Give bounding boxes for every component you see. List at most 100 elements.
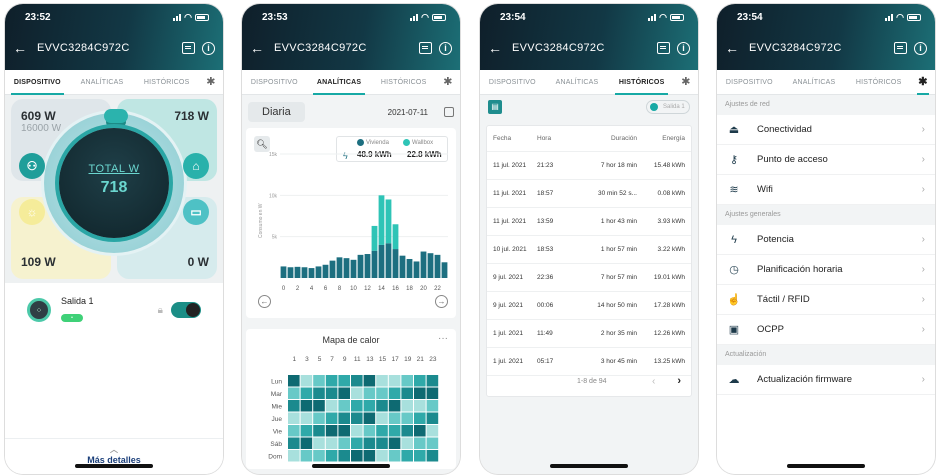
setting-tactil-rfid[interactable]: ☝ Táctil / RFID › — [717, 285, 935, 315]
heatmap-cell — [351, 412, 363, 424]
table-row[interactable]: 1 jul. 2021 11:49 2 hor 35 min 12.26 kWh — [487, 320, 691, 348]
bar-vivienda — [413, 261, 420, 278]
tab-analiticas[interactable]: ANALÍTICAS — [782, 70, 847, 95]
table-cell: 1 hor 43 min — [600, 218, 637, 225]
setting-conectividad[interactable]: ⏏ Conectividad › — [717, 115, 935, 145]
x-tick-label: 12 — [364, 286, 371, 292]
table-row[interactable]: 9 jul. 2021 00:06 14 hor 50 min 17.28 kWh — [487, 292, 691, 320]
heatmap-x-label: 13 — [366, 356, 374, 363]
lock-icon[interactable]: 🔒︎ — [158, 305, 163, 316]
gear-icon[interactable]: ✱ — [911, 70, 935, 95]
prev-page-icon[interactable]: ‹ — [652, 376, 655, 387]
tab-analiticas[interactable]: ANALÍTICAS — [70, 70, 135, 95]
tab-analiticas[interactable]: ANALÍTICAS — [307, 70, 372, 95]
document-icon[interactable] — [419, 42, 432, 54]
bar-vivienda — [364, 254, 371, 278]
setting-label: Wifi — [757, 184, 773, 195]
chevron-right-icon: › — [921, 154, 925, 165]
prev-arrow-icon[interactable]: ← — [258, 295, 271, 308]
x-tick-label: 20 — [420, 286, 427, 292]
tab-historicos[interactable]: HISTÓRICOS — [134, 70, 199, 95]
info-icon[interactable]: i — [914, 41, 927, 55]
info-icon[interactable]: i — [439, 41, 452, 55]
total-core[interactable]: TOTAL W 718 — [59, 128, 169, 238]
bar-wallbox — [392, 224, 399, 250]
back-arrow-icon[interactable]: ← — [725, 40, 739, 56]
tab-dispositivo[interactable]: DISPOSITIVO — [480, 70, 545, 95]
tab-analiticas[interactable]: ANALÍTICAS — [545, 70, 610, 95]
next-arrow-icon[interactable]: → — [435, 295, 448, 308]
heatmap-cell — [313, 400, 325, 412]
heatmap-cell — [388, 400, 401, 412]
tab-historicos[interactable]: HISTÓRICOS — [609, 70, 674, 95]
bar-wallbox — [385, 199, 392, 244]
outlet-filter-chip[interactable]: Salida 1 — [646, 100, 690, 114]
outlet-row[interactable]: ⁘ Salida 1 • 🔒︎ — [19, 290, 209, 330]
bar-vivienda — [385, 243, 392, 278]
setting-potencia[interactable]: ϟ Potencia › — [717, 225, 935, 255]
document-icon[interactable] — [182, 42, 195, 54]
table-row[interactable]: 11 jul. 2021 13:59 1 hor 43 min 3.93 kWh — [487, 208, 691, 236]
col-energia[interactable]: Energía — [643, 135, 685, 142]
gear-icon[interactable]: ✱ — [436, 70, 460, 95]
outlet-toggle[interactable] — [171, 302, 201, 318]
table-cell: 3 hor 45 min — [600, 358, 637, 365]
export-document-icon[interactable]: ▤ — [488, 100, 502, 114]
setting-label: Actualización firmware — [757, 374, 853, 385]
table-cell: 13.25 kWh — [653, 358, 685, 365]
setting-label: Conectividad — [757, 124, 812, 135]
table-row[interactable]: 11 jul. 2021 18:57 30 min 52 s... 0.08 kWh — [487, 180, 691, 208]
bar-vivienda — [287, 267, 294, 278]
date-value[interactable]: 2021-07-11 — [388, 108, 428, 117]
next-page-icon[interactable]: › — [677, 375, 681, 387]
back-arrow-icon[interactable]: ← — [13, 40, 27, 56]
info-icon[interactable]: i — [202, 41, 215, 55]
tab-dispositivo[interactable]: DISPOSITIVO — [5, 70, 70, 95]
col-fecha[interactable]: Fecha — [493, 135, 537, 142]
more-details-button[interactable]: ︿ Más detalles — [5, 438, 223, 474]
calendar-icon[interactable] — [444, 107, 454, 117]
heatmap-cell — [313, 412, 325, 424]
setting-ocpp[interactable]: ▣ OCPP › — [717, 315, 935, 345]
tab-dispositivo[interactable]: DISPOSITIVO — [242, 70, 307, 95]
table-cell: 2 hor 35 min — [600, 330, 637, 337]
setting-planificacion[interactable]: ◷ Planificación horaria › — [717, 255, 935, 285]
tab-historicos[interactable]: HISTÓRICOS — [846, 70, 911, 95]
heatmap-cell — [288, 375, 300, 387]
phone-ajustes: 23:54 ◠ ← EVVC3284C972C i DISPOSITIVO AN… — [717, 4, 935, 474]
col-hora[interactable]: Hora — [537, 135, 567, 142]
heatmap-cell — [338, 450, 350, 462]
heatmap-cell — [363, 450, 376, 462]
tab-dispositivo[interactable]: DISPOSITIVO — [717, 70, 782, 95]
back-arrow-icon[interactable]: ← — [250, 40, 264, 56]
heatmap-title: Mapa de calor — [322, 335, 380, 345]
setting-wifi[interactable]: ≋ Wifi › — [717, 175, 935, 205]
col-duracion[interactable]: Duración — [567, 135, 643, 142]
table-row[interactable]: 10 jul. 2021 18:53 1 hor 57 min 3.22 kWh — [487, 236, 691, 264]
tab-historicos[interactable]: HISTÓRICOS — [371, 70, 436, 95]
bar-vivienda — [280, 266, 287, 278]
heatmap-x-label: 23 — [429, 356, 437, 363]
period-select[interactable]: Diaria — [248, 102, 305, 122]
heatmap-card: Mapa de calor ··· 1 3 5 7 9 11 13 15 17 19 21 23 Lun… — [246, 329, 456, 469]
document-icon[interactable] — [894, 42, 907, 54]
bar-vivienda — [399, 255, 406, 278]
document-icon[interactable] — [657, 42, 670, 54]
setting-firmware[interactable]: ☁ Actualización firmware › — [717, 365, 935, 395]
gear-icon[interactable]: ✱ — [674, 70, 698, 95]
table-row[interactable]: 9 jul. 2021 22:36 7 hor 57 min 19.01 kWh — [487, 264, 691, 292]
signal-icon — [410, 13, 419, 21]
table-row[interactable]: 11 jul. 2021 21:23 7 hor 18 min 15.48 kWh — [487, 152, 691, 180]
heatmap-cell — [388, 450, 401, 462]
back-arrow-icon[interactable]: ← — [488, 40, 502, 56]
heatmap-cell — [414, 387, 426, 399]
chevron-up-icon: ︿ — [110, 445, 118, 454]
device-title: EVVC3284C972C — [274, 42, 367, 54]
setting-punto-acceso[interactable]: ⚷ Punto de acceso › — [717, 145, 935, 175]
gear-icon[interactable]: ✱ — [199, 70, 223, 95]
table-cell: 1 jul. 2021 — [493, 358, 523, 365]
more-options-icon[interactable]: ··· — [438, 333, 448, 344]
info-icon[interactable]: i — [677, 41, 690, 55]
table-cell: 1 jul. 2021 — [493, 330, 523, 337]
table-cell: 9 jul. 2021 — [493, 302, 523, 309]
